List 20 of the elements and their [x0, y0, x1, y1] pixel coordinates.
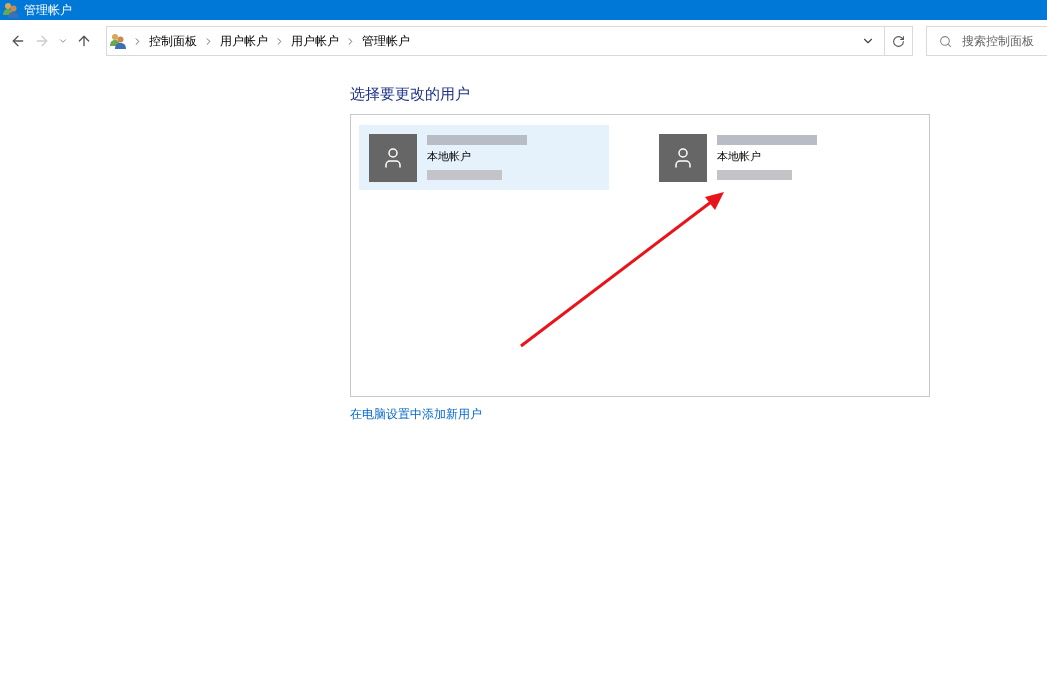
account-tile[interactable]: 本地帐户: [649, 125, 899, 190]
breadcrumb[interactable]: 用户帐户: [291, 32, 339, 50]
add-user-link[interactable]: 在电脑设置中添加新用户: [350, 405, 482, 423]
users-icon: [3, 2, 19, 18]
section-heading: 选择要更改的用户: [350, 84, 471, 104]
back-icon[interactable]: [10, 33, 26, 49]
search-field[interactable]: 搜索控制面板: [926, 26, 1047, 56]
breadcrumb[interactable]: 控制面板: [149, 32, 197, 50]
users-icon: [110, 33, 126, 49]
window-title: 管理帐户: [24, 2, 72, 19]
search-icon: [939, 34, 952, 48]
up-icon[interactable]: [76, 33, 92, 49]
breadcrumb[interactable]: 管理帐户: [362, 32, 410, 50]
account-type: 本地帐户: [427, 149, 472, 166]
breadcrumb[interactable]: 用户帐户: [220, 32, 268, 50]
search-placeholder: 搜索控制面板: [962, 33, 1034, 50]
account-tile[interactable]: 本地帐户: [359, 125, 609, 190]
refresh-icon: [892, 34, 905, 48]
account-type: 本地帐户: [717, 149, 762, 166]
address-bar[interactable]: 控制面板 用户帐户 用户帐户 管理帐户: [106, 26, 913, 56]
